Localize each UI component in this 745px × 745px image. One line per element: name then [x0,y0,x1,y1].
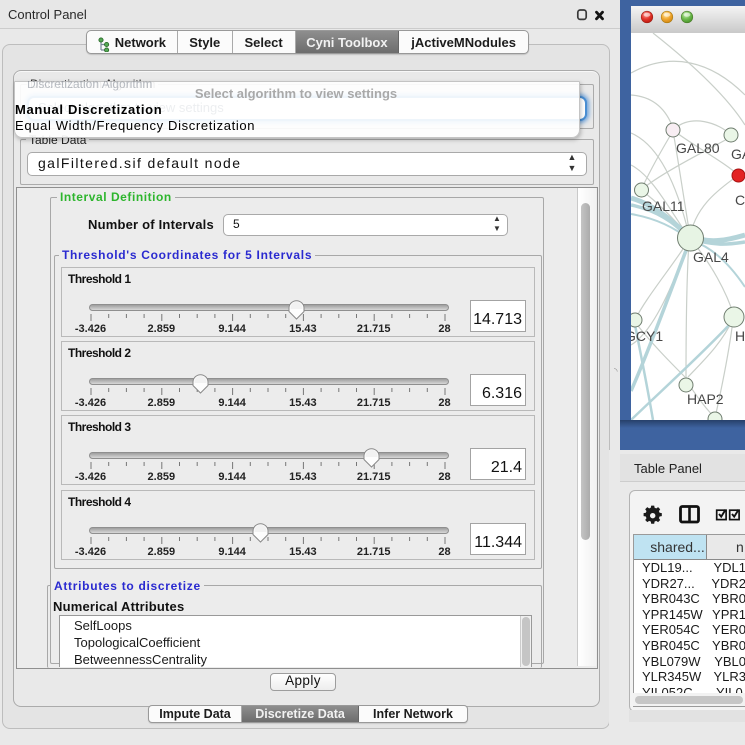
svg-text:HAP2: HAP2 [687,391,724,407]
svg-text:GAL4: GAL4 [693,249,729,265]
svg-text:H: H [735,328,745,344]
svg-text:GCY1: GCY1 [631,328,663,344]
svg-text:GAL80: GAL80 [676,140,720,156]
svg-text:GAL11: GAL11 [642,198,685,214]
svg-text:C: C [735,192,745,208]
svg-text:GA: GA [731,146,745,162]
